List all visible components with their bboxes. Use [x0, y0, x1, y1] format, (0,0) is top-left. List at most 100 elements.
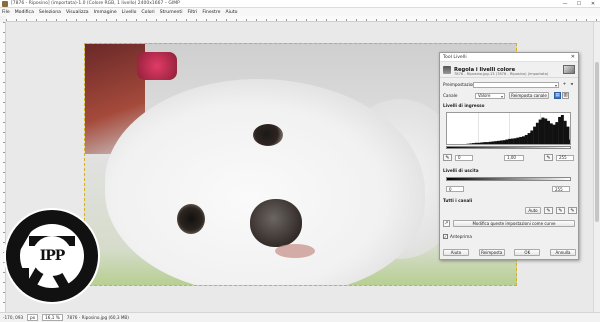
status-bar: -170, 093 px 16,1 % 7876 - Riposino.jpg … — [0, 312, 600, 322]
window-controls: — ☐ ✕ — [558, 0, 600, 8]
cancel-button[interactable]: Annulla — [549, 249, 576, 256]
all-channels-label: Tutti i canali — [443, 198, 473, 203]
histogram-bar — [533, 126, 537, 144]
gray-picker-icon[interactable]: ✎ — [556, 207, 565, 214]
white-picker-icon[interactable]: ✎ — [568, 207, 577, 214]
close-button[interactable]: ✕ — [586, 0, 600, 8]
gimp-app-icon — [2, 0, 8, 7]
histogram-bar — [547, 120, 550, 144]
histogram-bar — [474, 142, 478, 144]
input-high-field[interactable]: 255 — [556, 154, 574, 161]
channel-label: Canale — [443, 93, 458, 98]
menu-visualizza[interactable]: Visualizza — [66, 10, 89, 15]
presets-combo[interactable] — [473, 81, 559, 88]
levels-icon — [443, 65, 451, 74]
histogram-bar — [558, 116, 562, 144]
photo-dog-nose — [250, 199, 302, 247]
menu-bar: File Modifica Seleziona Visualizza Immag… — [0, 8, 600, 16]
image-thumbnail — [563, 65, 575, 74]
unit-selector[interactable]: px — [27, 314, 39, 321]
reset-button[interactable]: Reimposta — [478, 249, 505, 256]
minimize-button[interactable]: — — [558, 0, 572, 8]
menu-immagine[interactable]: Immagine — [94, 10, 117, 15]
log-histogram-icon[interactable]: ▥ — [562, 92, 569, 99]
channel-combo[interactable]: Valore — [475, 92, 505, 99]
histogram-bar — [549, 123, 553, 144]
dialog-close-icon[interactable]: ✕ — [571, 54, 575, 60]
add-preset-icon[interactable]: + — [561, 81, 568, 88]
histogram-bar — [458, 144, 461, 145]
histogram-bar — [483, 142, 487, 144]
reset-channel-button[interactable]: Reimposta canale — [509, 92, 549, 99]
histogram-bar — [499, 140, 503, 144]
preset-menu-icon[interactable]: ◂ — [568, 81, 575, 88]
input-gamma-field[interactable]: 1,00 — [504, 154, 524, 161]
menu-filtri[interactable]: Filtri — [188, 10, 198, 15]
input-levels-heading: Livelli di ingresso — [443, 103, 485, 108]
photo-dog-eye-right — [253, 124, 283, 146]
histogram-bar — [560, 115, 564, 144]
menu-file[interactable]: File — [2, 10, 10, 15]
histogram-bar — [513, 138, 517, 144]
presets-row: Preimpostazioni: + ◂ — [443, 81, 577, 88]
menu-livello[interactable]: Livello — [122, 10, 137, 15]
histogram-bar — [494, 141, 498, 144]
all-channels-row: Auto ✎ ✎ ✎ — [443, 207, 577, 214]
output-low-field[interactable]: 0 — [446, 186, 464, 192]
histogram-bar — [497, 140, 500, 144]
file-info: 7876 - Riposino.jpg (60,3 MB) — [66, 315, 129, 320]
presets-label: Preimpostazioni: — [443, 82, 478, 87]
histogram-bar — [519, 136, 523, 144]
logo-text: IPP — [39, 248, 66, 264]
output-high-field[interactable]: 255 — [552, 186, 570, 192]
zoom-selector[interactable]: 16,1 % — [42, 314, 63, 321]
menu-seleziona[interactable]: Seleziona — [39, 10, 61, 15]
menu-aiuto[interactable]: Aiuto — [225, 10, 237, 15]
histogram-bar — [508, 138, 512, 144]
histogram-bar — [502, 140, 506, 144]
histogram — [446, 112, 571, 145]
scrollbar-thumb[interactable] — [595, 62, 599, 222]
histogram-bar — [566, 126, 570, 144]
histogram-bar — [472, 143, 475, 144]
input-gradient-bar[interactable] — [446, 146, 571, 149]
black-point-picker-icon[interactable]: ✎ — [443, 154, 452, 161]
maximize-button[interactable]: ☐ — [572, 0, 586, 8]
histogram-bar — [563, 120, 567, 144]
channel-row: Canale Valore Reimposta canale ▤ ▥ — [443, 92, 577, 99]
output-gradient-bar[interactable] — [446, 177, 571, 181]
histogram-bar — [477, 142, 481, 144]
black-picker-icon[interactable]: ✎ — [544, 207, 553, 214]
ok-button[interactable]: OK — [514, 249, 541, 256]
white-point-picker-icon[interactable]: ✎ — [544, 154, 553, 161]
histogram-bar — [555, 122, 559, 144]
edit-as-curves-button[interactable]: Modifica queste impostazioni come curve — [453, 220, 575, 227]
menu-strumenti[interactable]: Strumenti — [160, 10, 183, 15]
vertical-scrollbar[interactable] — [593, 22, 600, 312]
preview-row: ✓ Anteprima — [443, 234, 472, 239]
menu-modifica[interactable]: Modifica — [15, 10, 34, 15]
menu-finestre[interactable]: Finestre — [202, 10, 220, 15]
logo-center: IPP — [32, 236, 72, 276]
dialog-titlebar[interactable]: Tool Livelli ✕ — [440, 53, 578, 62]
preview-checkbox[interactable]: ✓ — [443, 234, 448, 239]
histogram-bar — [530, 130, 534, 144]
histogram-bar — [544, 118, 548, 144]
histogram-bar — [469, 143, 473, 144]
histogram-bar — [538, 119, 542, 144]
curves-row: ↗ Modifica queste impostazioni come curv… — [443, 220, 577, 227]
input-low-field[interactable]: 0 — [455, 154, 473, 161]
linear-histogram-icon[interactable]: ▤ — [554, 92, 561, 99]
histogram-bar — [464, 144, 467, 145]
help-button[interactable]: Aiuto — [443, 249, 469, 256]
menu-colori[interactable]: Colori — [141, 10, 154, 15]
histogram-graph — [458, 113, 570, 145]
photo-dog-eye-left — [177, 204, 205, 234]
histogram-bar — [569, 139, 570, 144]
output-levels-heading: Livelli di uscita — [443, 168, 479, 173]
window-title: [7876 - Riposino] (importata)-1.0 (Color… — [11, 1, 180, 6]
auto-button[interactable]: Auto — [525, 207, 541, 214]
histogram-bar — [552, 124, 556, 144]
histogram-bar — [541, 117, 545, 144]
title-bar: [7876 - Riposino] (importata)-1.0 (Color… — [0, 0, 600, 8]
